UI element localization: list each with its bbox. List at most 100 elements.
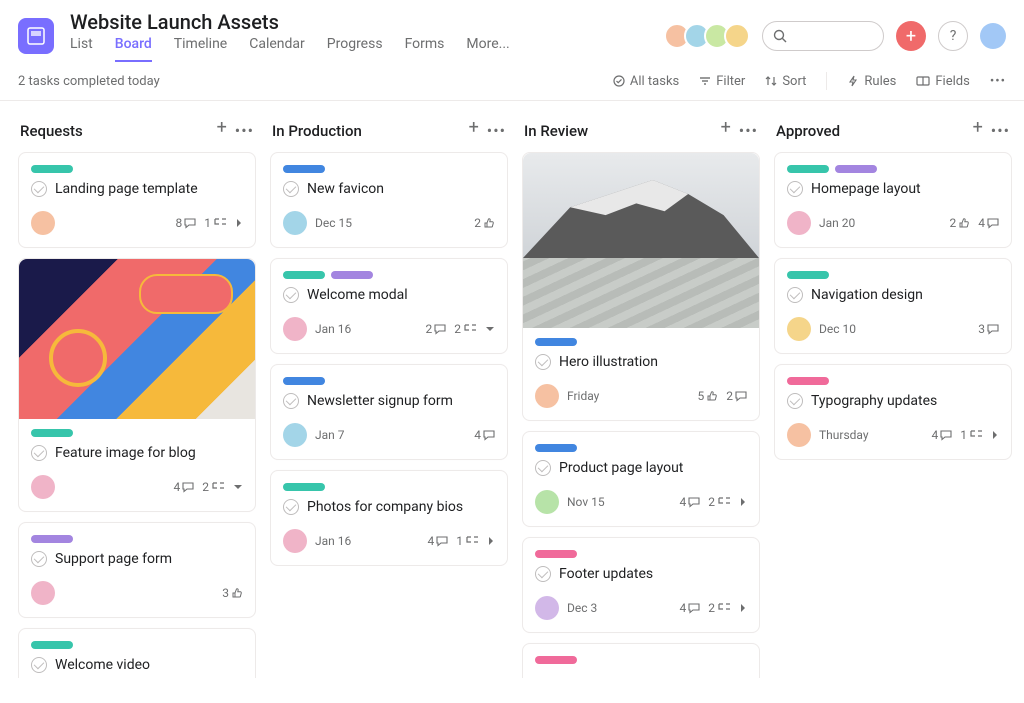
tag-teal xyxy=(283,483,325,491)
card-title: Homepage layout xyxy=(811,181,921,197)
complete-toggle-icon[interactable] xyxy=(535,354,551,370)
complete-toggle-icon[interactable] xyxy=(787,393,803,409)
assignee-avatar[interactable] xyxy=(283,317,307,341)
filter-button[interactable]: Filter xyxy=(699,74,745,89)
complete-toggle-icon[interactable] xyxy=(283,181,299,197)
metric-comment: 4 xyxy=(428,534,449,548)
project-icon[interactable] xyxy=(18,18,54,54)
column-menu[interactable]: ••• xyxy=(739,121,758,140)
assignee-avatar[interactable] xyxy=(283,211,307,235)
metric-chevron xyxy=(991,430,999,440)
complete-toggle-icon[interactable] xyxy=(283,393,299,409)
tab-more[interactable]: More... xyxy=(466,36,509,62)
task-card[interactable]: Landing page template81 xyxy=(18,152,256,248)
tab-progress[interactable]: Progress xyxy=(327,36,383,62)
add-button[interactable]: + xyxy=(896,21,926,51)
project-members[interactable] xyxy=(670,23,750,49)
assignee-avatar[interactable] xyxy=(31,475,55,499)
rules-button[interactable]: Rules xyxy=(847,74,896,89)
task-card[interactable]: Footer updatesDec 342 xyxy=(522,537,760,633)
metric-subtask: 1 xyxy=(960,428,983,442)
help-button[interactable]: ? xyxy=(938,21,968,51)
task-card[interactable] xyxy=(522,643,760,678)
metric-comment: 4 xyxy=(680,495,701,509)
assignee-avatar[interactable] xyxy=(283,529,307,553)
complete-toggle-icon[interactable] xyxy=(31,551,47,567)
column-menu[interactable]: ••• xyxy=(487,121,506,140)
due-date: Jan 7 xyxy=(315,428,345,442)
fields-button[interactable]: Fields xyxy=(916,74,969,89)
lightning-icon xyxy=(847,75,859,87)
task-card[interactable]: Homepage layoutJan 2024 xyxy=(774,152,1012,248)
assignee-avatar[interactable] xyxy=(535,596,559,620)
column-menu[interactable]: ••• xyxy=(991,121,1010,140)
assignee-avatar[interactable] xyxy=(31,211,55,235)
complete-toggle-icon[interactable] xyxy=(535,460,551,476)
due-date: Nov 15 xyxy=(567,495,605,509)
task-card[interactable]: Photos for company biosJan 1641 xyxy=(270,470,508,566)
metric-subtask: 2 xyxy=(202,480,225,494)
sort-button[interactable]: Sort xyxy=(765,74,806,89)
metric-subtask: 1 xyxy=(204,216,227,230)
complete-toggle-icon[interactable] xyxy=(787,181,803,197)
tag-teal xyxy=(31,641,73,649)
tag-pink xyxy=(787,377,829,385)
metric-comment: 4 xyxy=(174,480,195,494)
add-card-button[interactable]: + xyxy=(721,121,731,140)
assignee-avatar[interactable] xyxy=(787,317,811,341)
tag-purple xyxy=(835,165,877,173)
column-title: In Review xyxy=(524,122,721,140)
add-card-button[interactable]: + xyxy=(469,121,479,140)
tab-calendar[interactable]: Calendar xyxy=(249,36,305,62)
due-date: Dec 10 xyxy=(819,322,856,336)
tag-pink xyxy=(535,550,577,558)
assignee-avatar[interactable] xyxy=(535,490,559,514)
tab-list[interactable]: List xyxy=(70,36,93,62)
tab-board[interactable]: Board xyxy=(115,36,152,62)
column-menu[interactable]: ••• xyxy=(235,121,254,140)
assignee-avatar[interactable] xyxy=(787,423,811,447)
complete-toggle-icon[interactable] xyxy=(283,499,299,515)
assignee-avatar[interactable] xyxy=(283,423,307,447)
task-card[interactable]: Typography updatesThursday41 xyxy=(774,364,1012,460)
assignee-avatar[interactable] xyxy=(535,384,559,408)
all-tasks-filter[interactable]: All tasks xyxy=(613,74,679,89)
page-title: Website Launch Assets xyxy=(70,10,279,34)
metric-like: 2 xyxy=(474,216,495,230)
complete-toggle-icon[interactable] xyxy=(283,287,299,303)
card-title: Support page form xyxy=(55,551,172,567)
metric-like: 2 xyxy=(950,216,971,230)
task-card[interactable]: Welcome video xyxy=(18,628,256,678)
card-title: Photos for company bios xyxy=(307,499,463,515)
task-card[interactable]: New faviconDec 152 xyxy=(270,152,508,248)
tab-timeline[interactable]: Timeline xyxy=(174,36,227,62)
fields-icon xyxy=(916,75,930,87)
assignee-avatar[interactable] xyxy=(787,211,811,235)
add-card-button[interactable]: + xyxy=(973,121,983,140)
more-options[interactable]: ••• xyxy=(990,74,1006,89)
tag-teal xyxy=(283,271,325,279)
task-card[interactable]: Hero illustrationFriday52 xyxy=(522,152,760,421)
task-card[interactable]: Welcome modalJan 1622 xyxy=(270,258,508,354)
task-card[interactable]: Feature image for blog42 xyxy=(18,258,256,512)
assignee-avatar[interactable] xyxy=(31,581,55,605)
task-card[interactable]: Navigation designDec 103 xyxy=(774,258,1012,354)
search-input[interactable] xyxy=(762,21,884,51)
task-card[interactable]: Support page form3 xyxy=(18,522,256,618)
metric-subtask: 2 xyxy=(708,601,731,615)
task-card[interactable]: Newsletter signup formJan 74 xyxy=(270,364,508,460)
complete-toggle-icon[interactable] xyxy=(31,181,47,197)
complete-toggle-icon[interactable] xyxy=(787,287,803,303)
user-avatar[interactable] xyxy=(980,23,1006,49)
task-card[interactable]: Product page layoutNov 1542 xyxy=(522,431,760,527)
complete-toggle-icon[interactable] xyxy=(535,566,551,582)
tag-pink xyxy=(535,656,577,664)
complete-toggle-icon[interactable] xyxy=(31,657,47,673)
add-card-button[interactable]: + xyxy=(217,121,227,140)
complete-toggle-icon[interactable] xyxy=(31,445,47,461)
due-date: Jan 16 xyxy=(315,534,351,548)
tag-teal xyxy=(787,165,829,173)
tab-forms[interactable]: Forms xyxy=(405,36,445,62)
metric-chevron xyxy=(235,218,243,228)
column-title: Requests xyxy=(20,122,217,140)
